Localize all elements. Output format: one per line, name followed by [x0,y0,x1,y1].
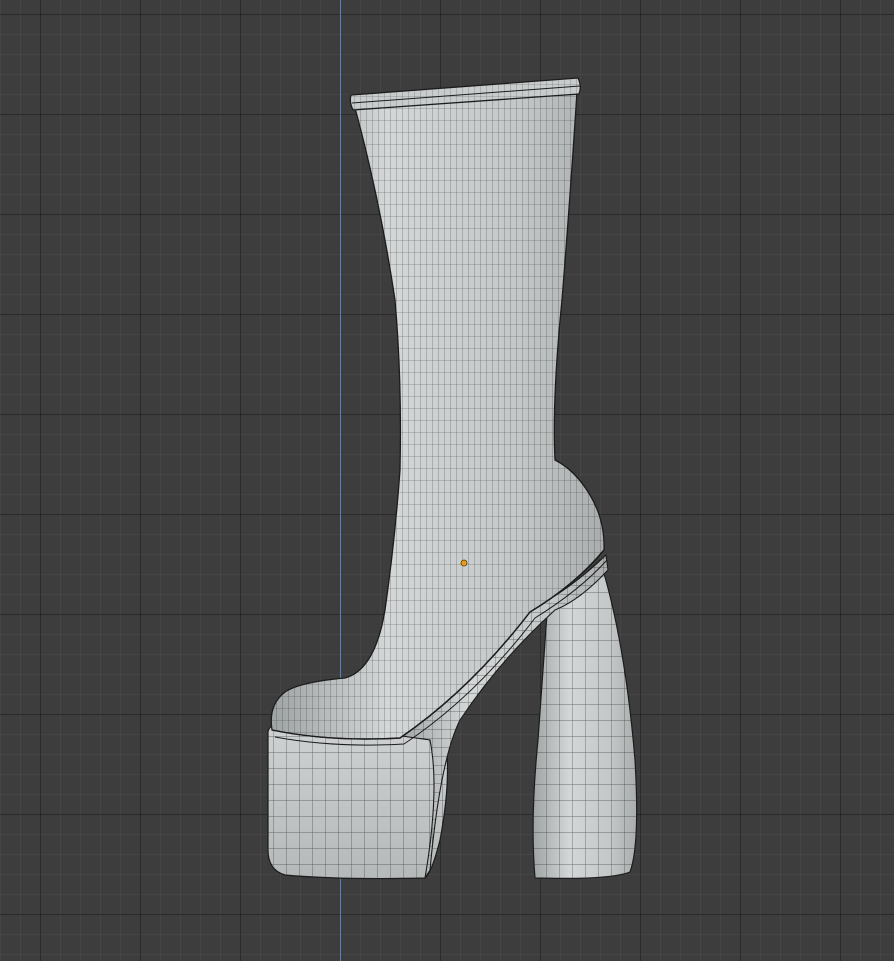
3d-viewport[interactable] [0,0,894,961]
boot-mesh-model[interactable] [0,0,894,961]
platform-sole-part[interactable] [267,717,449,880]
object-origin-dot[interactable] [460,559,468,567]
